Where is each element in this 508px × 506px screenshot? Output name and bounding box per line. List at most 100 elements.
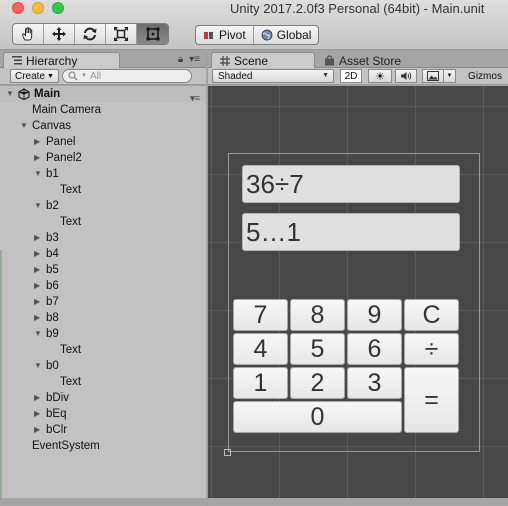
hierarchy-item[interactable]: Text: [60, 374, 81, 390]
hierarchy-item[interactable]: ▶ Panel: [34, 134, 75, 150]
chevron-right-icon[interactable]: ▶: [34, 250, 42, 258]
chevron-right-icon[interactable]: ▶: [34, 298, 42, 306]
list-icon: [12, 56, 22, 65]
chevron-right-icon[interactable]: ▶: [34, 266, 42, 274]
shading-mode-dropdown[interactable]: Shaded ▼: [212, 69, 334, 83]
key-1[interactable]: 1: [233, 367, 288, 399]
grid-hash-icon: [220, 55, 230, 66]
rect-tool-button[interactable]: [137, 24, 168, 44]
hierarchy-item[interactable]: ▶ b8: [34, 310, 59, 326]
scene-audio-button[interactable]: [395, 69, 417, 83]
key-6[interactable]: 6: [347, 333, 402, 365]
hierarchy-item[interactable]: ▶ bEq: [34, 406, 66, 422]
lock-icon[interactable]: 🔒︎: [178, 54, 183, 65]
hierarchy-item[interactable]: ▶ b6: [34, 278, 59, 294]
key-4[interactable]: 4: [233, 333, 288, 365]
scene-toolbar: Shaded ▼ 2D ☀︎ ▼ Gizmos: [208, 68, 508, 85]
global-button[interactable]: Global: [254, 26, 319, 44]
hand-tool-button[interactable]: [13, 24, 44, 44]
minimize-window-button[interactable]: [32, 2, 44, 14]
image-icon: [427, 71, 439, 81]
search-input[interactable]: [89, 70, 190, 82]
rotate-tool-button[interactable]: [75, 24, 106, 44]
transform-tools: [12, 23, 169, 45]
chevron-right-icon[interactable]: ▶: [34, 426, 42, 434]
tab-asset-store[interactable]: Asset Store: [318, 53, 401, 68]
hierarchy-item[interactable]: ▶ b3: [34, 230, 59, 246]
hierarchy-item[interactable]: Text: [60, 182, 81, 198]
scene-tab-label: Scene: [234, 53, 269, 68]
asset-store-tab-label: Asset Store: [339, 53, 402, 68]
hierarchy-item[interactable]: ▼ Canvas: [20, 118, 71, 134]
key-8[interactable]: 8: [290, 299, 345, 331]
key-7[interactable]: 7: [233, 299, 288, 331]
chevron-right-icon[interactable]: ▶: [34, 394, 42, 402]
gizmos-dropdown[interactable]: Gizmos: [464, 69, 506, 83]
hierarchy-item[interactable]: Main Camera: [32, 102, 101, 118]
display-panel-expression[interactable]: 36÷7: [242, 165, 460, 203]
display-panel-result[interactable]: 5…1: [242, 213, 460, 251]
hierarchy-item[interactable]: ▼ b1: [34, 166, 59, 182]
key-3[interactable]: 3: [347, 367, 402, 399]
key-9[interactable]: 9: [347, 299, 402, 331]
chevron-right-icon[interactable]: ▶: [34, 234, 42, 242]
hierarchy-item[interactable]: Text: [60, 214, 81, 230]
chevron-down-icon[interactable]: ▼: [20, 122, 28, 130]
key-equals[interactable]: =: [404, 367, 459, 433]
hierarchy-item[interactable]: ▶ b7: [34, 294, 59, 310]
chevron-right-icon[interactable]: ▶: [34, 282, 42, 290]
scene-effects-dropdown[interactable]: ▼: [444, 69, 456, 83]
search-dropdown-icon[interactable]: ▼: [81, 73, 87, 79]
chevron-down-icon[interactable]: ▼: [34, 330, 42, 338]
speaker-icon: [401, 72, 412, 80]
tab-scene[interactable]: Scene: [211, 52, 315, 68]
toggle-2d-button[interactable]: 2D: [340, 69, 362, 83]
scene-root-main[interactable]: ▼ Main ▾≡: [0, 86, 206, 103]
scale-tool-button[interactable]: [106, 24, 137, 44]
scene-menu-icon[interactable]: ▾≡: [190, 90, 200, 106]
hierarchy-toolbar: Create ▼ ▼: [0, 68, 206, 85]
hierarchy-item[interactable]: ▶ Panel2: [34, 150, 82, 166]
hierarchy-item[interactable]: ▶ b4: [34, 246, 59, 262]
chevron-right-icon[interactable]: ▶: [34, 138, 42, 146]
global-label: Global: [276, 28, 312, 42]
canvas-corner-handle[interactable]: [224, 449, 231, 456]
hierarchy-item[interactable]: ▶ bClr: [34, 422, 67, 438]
key-0[interactable]: 0: [233, 401, 402, 433]
hierarchy-item[interactable]: EventSystem: [32, 438, 100, 454]
key-clear[interactable]: C: [404, 299, 459, 331]
key-5[interactable]: 5: [290, 333, 345, 365]
hierarchy-tree: ▼ Main ▾≡ Main Camera ▼ Canvas ▶ Panel ▶ Panel…: [0, 86, 206, 498]
chevron-down-icon[interactable]: ▼: [34, 202, 42, 210]
scene-viewport[interactable]: 36÷7 5…1 7 8 9 C 4 5 6 ÷ 1 2 3 = 0: [208, 86, 508, 498]
hierarchy-item[interactable]: ▶ bDiv: [34, 390, 69, 406]
chevron-down-icon[interactable]: ▼: [6, 90, 14, 98]
hierarchy-item[interactable]: ▼ b0: [34, 358, 59, 374]
tab-menu-icon[interactable]: ▾≡: [189, 54, 200, 65]
zoom-window-button[interactable]: [52, 2, 64, 14]
pivot-button[interactable]: Pivot: [196, 26, 254, 44]
move-tool-button[interactable]: [44, 24, 75, 44]
hierarchy-item-label: Text: [60, 344, 82, 356]
chevron-down-icon[interactable]: ▼: [34, 362, 42, 370]
hierarchy-item-label: b7: [46, 296, 59, 308]
hierarchy-item-label: b4: [46, 248, 59, 260]
key-divide[interactable]: ÷: [404, 333, 459, 365]
chevron-right-icon[interactable]: ▶: [34, 410, 42, 418]
hierarchy-item[interactable]: ▶ b5: [34, 262, 59, 278]
tab-hierarchy[interactable]: Hierarchy: [3, 52, 120, 68]
hierarchy-item[interactable]: ▼ b2: [34, 198, 59, 214]
chevron-down-icon[interactable]: ▼: [34, 170, 42, 178]
scene-lighting-button[interactable]: ☀︎: [368, 69, 392, 83]
hierarchy-item[interactable]: ▼ b9: [34, 326, 59, 342]
hierarchy-item-label: Text: [60, 376, 82, 388]
shopping-bag-icon: [325, 55, 334, 66]
hierarchy-search[interactable]: ▼: [62, 69, 192, 83]
create-button[interactable]: Create ▼: [10, 69, 59, 83]
hierarchy-item[interactable]: Text: [60, 342, 81, 358]
chevron-right-icon[interactable]: ▶: [34, 154, 42, 162]
key-2[interactable]: 2: [290, 367, 345, 399]
close-window-button[interactable]: [12, 2, 24, 14]
chevron-right-icon[interactable]: ▶: [34, 314, 42, 322]
scene-effects-button[interactable]: [422, 69, 444, 83]
